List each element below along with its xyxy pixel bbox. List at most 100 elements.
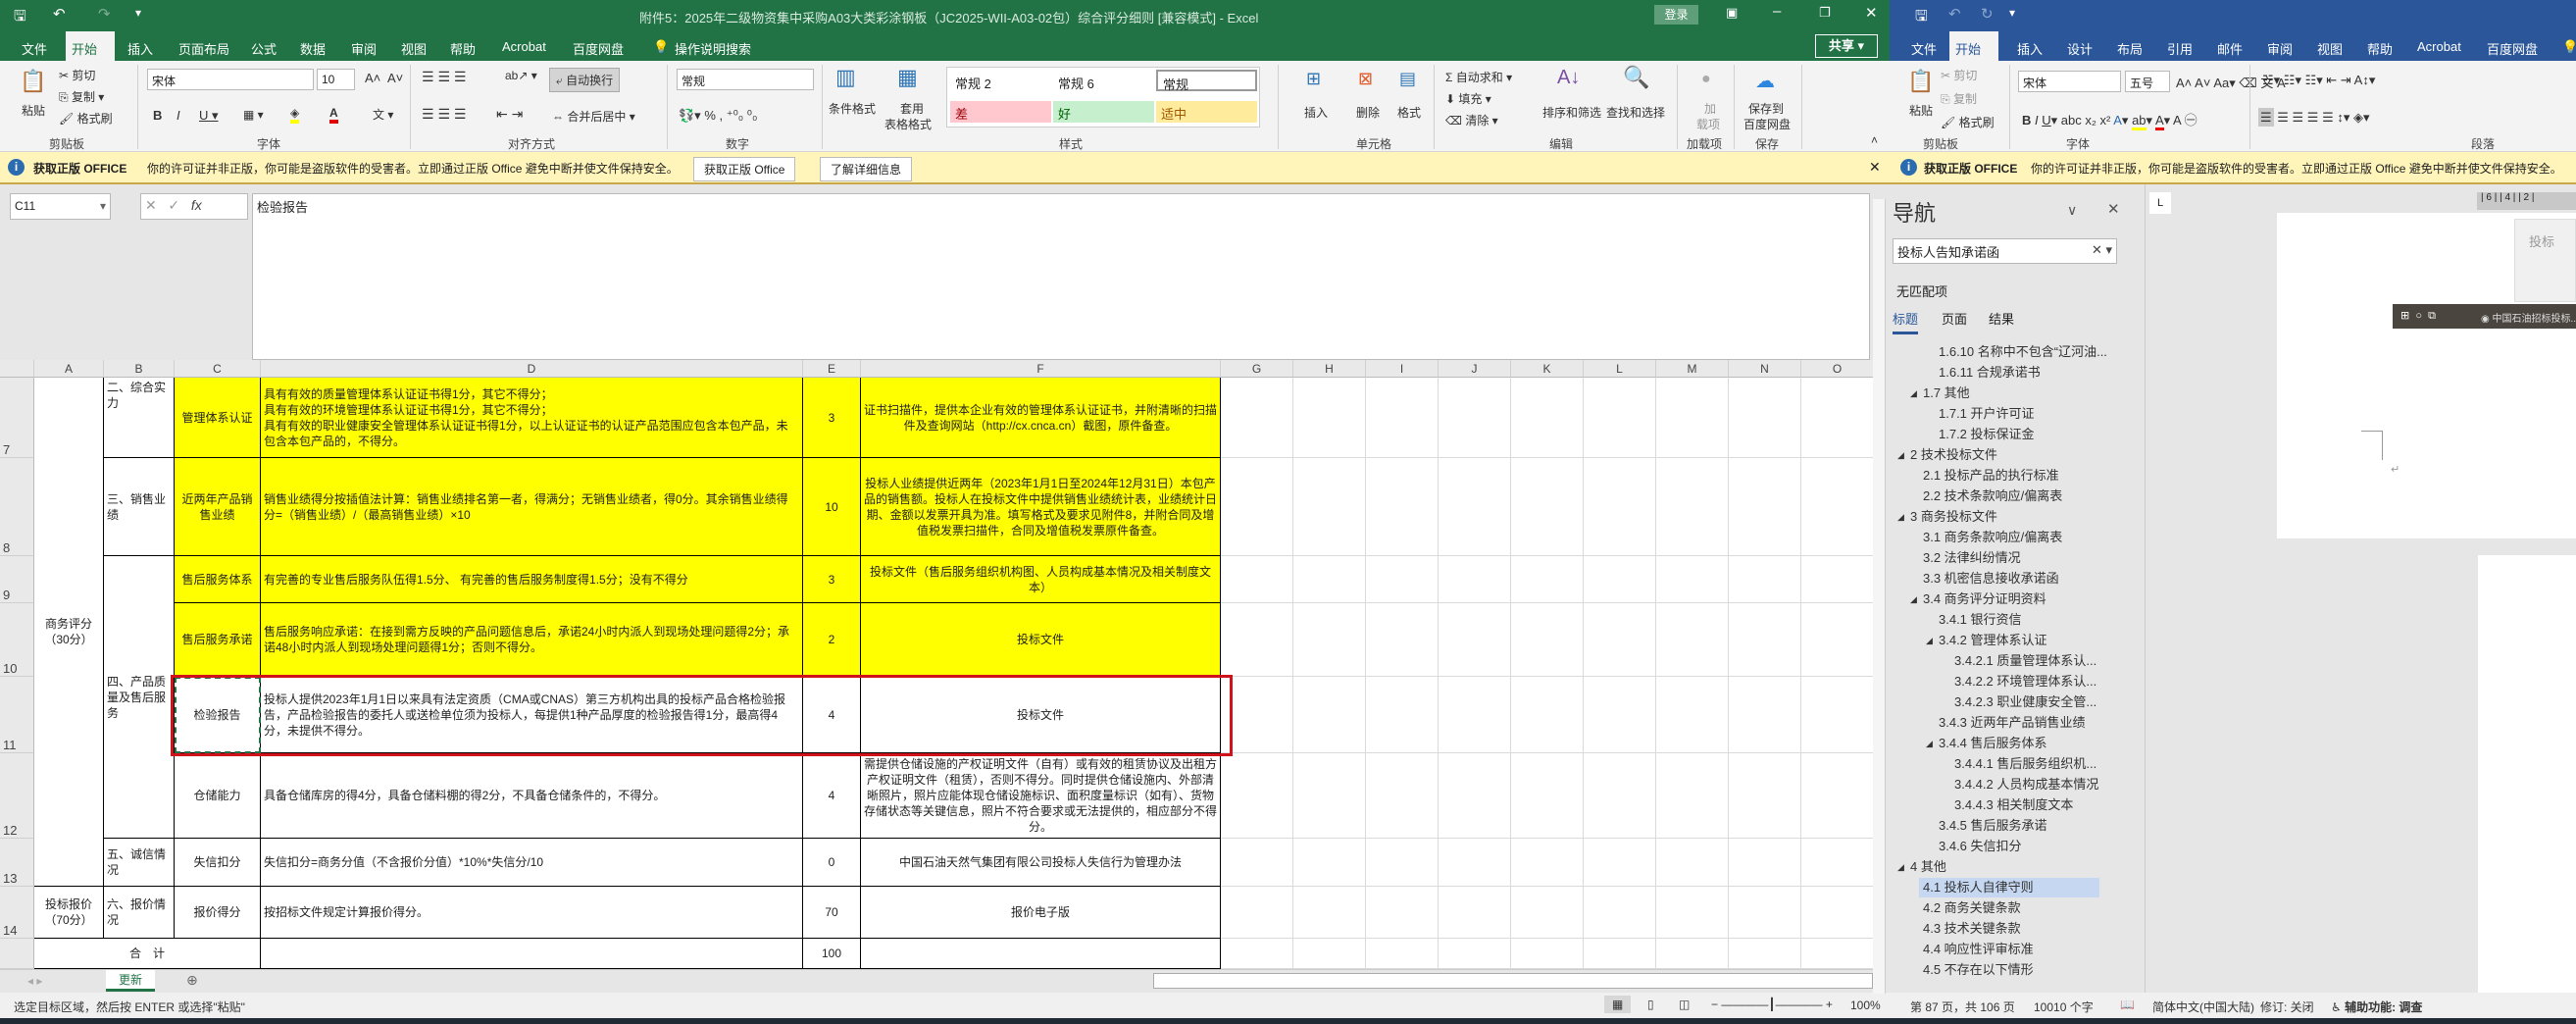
nav-heading-item[interactable]: 3.4.6 失信扣分: [1939, 837, 2022, 856]
language[interactable]: 简体中文(中国大陆): [2152, 998, 2254, 1015]
empty-cell[interactable]: [1729, 556, 1801, 603]
nav-heading-item[interactable]: 2 技术投标文件: [1910, 445, 1997, 465]
cell-e14[interactable]: 70: [803, 887, 861, 939]
bold-button[interactable]: B: [153, 108, 162, 123]
empty-cell[interactable]: [1584, 887, 1656, 939]
empty-cell[interactable]: [1366, 887, 1439, 939]
empty-cell[interactable]: [1511, 603, 1584, 677]
empty-cell[interactable]: [1801, 458, 1873, 556]
empty-cell[interactable]: [1221, 753, 1293, 839]
empty-cell[interactable]: [1656, 556, 1729, 603]
tab-formulas[interactable]: 公式: [245, 36, 282, 61]
copy-button[interactable]: ⎘ 复制 ▾: [59, 88, 104, 105]
login-button[interactable]: 登录: [1654, 5, 1698, 25]
number-format-select[interactable]: 常规: [677, 69, 814, 90]
insert-cells-icon[interactable]: ⊞: [1306, 69, 1321, 89]
tab-file[interactable]: 文件: [1905, 36, 1943, 61]
expand-triangle-icon[interactable]: ◢: [1926, 631, 1933, 650]
share-button[interactable]: 共享 ▾: [1815, 34, 1878, 58]
tab-help[interactable]: 帮助: [444, 36, 481, 61]
empty-cell[interactable]: [1511, 753, 1584, 839]
nav-search-input[interactable]: 投标人告知承诺函 ✕ ▾: [1893, 238, 2117, 264]
paste-icon[interactable]: 📋: [20, 69, 46, 94]
format-painter-button[interactable]: 🖌 格式刷: [59, 110, 113, 127]
row-header[interactable]: 10: [0, 603, 34, 677]
clear-button[interactable]: ⌫ 清除 ▾: [1445, 112, 1498, 128]
nav-heading-item[interactable]: 3 商务投标文件: [1910, 507, 1997, 527]
cut-button[interactable]: ✂ 剪切: [59, 67, 95, 83]
accessibility-status[interactable]: ♿ 辅助功能: 调查: [2331, 998, 2422, 1015]
worksheet-grid[interactable]: A B C D E F G H I J K L M N O 7 8 9 10 11 12 13 14 商务评分 （30分） 二、…: [0, 360, 1873, 969]
empty-cell[interactable]: [1293, 378, 1366, 458]
column-header-j[interactable]: J: [1439, 360, 1511, 378]
sort-filter-button[interactable]: 排序和筛选: [1542, 104, 1601, 121]
empty-cell[interactable]: [1656, 677, 1729, 753]
style-neutral[interactable]: 适中: [1156, 101, 1257, 123]
cell-e15[interactable]: 100: [803, 939, 861, 969]
empty-cell[interactable]: [1801, 939, 1873, 969]
expand-triangle-icon[interactable]: ◢: [1897, 857, 1904, 877]
empty-cell[interactable]: [1366, 378, 1439, 458]
empty-cell[interactable]: [1221, 839, 1293, 887]
style-normal-2[interactable]: 常规 2: [950, 71, 1051, 92]
add-sheet-icon[interactable]: ⊕: [186, 972, 198, 989]
empty-cell[interactable]: [1366, 556, 1439, 603]
empty-cell[interactable]: [1584, 939, 1656, 969]
empty-cell[interactable]: [1293, 939, 1366, 969]
cell-c9[interactable]: 售后服务体系: [175, 556, 261, 603]
nav-heading-item[interactable]: 3.4.2.2 环境管理体系认...: [1954, 672, 2096, 691]
customize-toolbar-icon[interactable]: ▾: [2009, 6, 2015, 20]
undo-icon[interactable]: ↶: [53, 5, 66, 23]
nav-heading-item[interactable]: 3.4.2 管理体系认证: [1939, 631, 2047, 650]
row-header[interactable]: 11: [0, 677, 34, 753]
empty-cell[interactable]: [1801, 753, 1873, 839]
table-format-button[interactable]: 套用: [900, 100, 924, 117]
font-name-select[interactable]: 宋体: [147, 69, 314, 90]
save-icon[interactable]: 🖫: [14, 6, 26, 30]
column-header-i[interactable]: I: [1366, 360, 1439, 378]
tab-data[interactable]: 数据: [294, 36, 331, 61]
style-bad[interactable]: 差: [950, 101, 1051, 123]
cell-d10[interactable]: 售后服务响应承诺：在接到需方反映的产品问题信息后，承诺24小时内派人到现场处理问…: [261, 603, 803, 677]
expand-triangle-icon[interactable]: ◢: [1897, 445, 1904, 465]
empty-cell[interactable]: [1293, 753, 1366, 839]
font-size-select[interactable]: 五号: [2125, 71, 2170, 92]
nav-heading-item[interactable]: 4 其他: [1910, 857, 1946, 877]
empty-cell[interactable]: [1801, 378, 1873, 458]
font-name-select[interactable]: 宋体: [2018, 71, 2121, 92]
expand-triangle-icon[interactable]: ◢: [1897, 507, 1904, 527]
nav-close-icon[interactable]: ✕: [2107, 200, 2120, 218]
nav-heading-item[interactable]: 3.4 商务评分证明资料: [1923, 589, 2046, 609]
column-header-f[interactable]: F: [861, 360, 1221, 378]
zoom-slider[interactable]: − ————┃———— +: [1711, 998, 1833, 1011]
proofing-icon[interactable]: 📖: [2120, 998, 2135, 1011]
empty-cell[interactable]: [1584, 556, 1656, 603]
sheet-nav-arrows[interactable]: ◂ ▸: [27, 974, 42, 988]
delete-cells-button[interactable]: 删除: [1356, 104, 1380, 121]
empty-cell[interactable]: [1584, 839, 1656, 887]
font-format-buttons[interactable]: B I U▾ abc x₂ x² A▾ ab▾ A▾ A ㊀: [2022, 110, 2197, 130]
empty-cell[interactable]: [1584, 458, 1656, 556]
merge-center-button[interactable]: ⇔ 合并后居中 ▾: [552, 108, 635, 125]
column-header-a[interactable]: A: [34, 360, 104, 378]
nav-tab-headings[interactable]: 标题: [1893, 309, 1919, 334]
close-bar-icon[interactable]: ✕: [1869, 159, 1881, 176]
nav-heading-item[interactable]: 2.1 投标产品的执行标准: [1923, 466, 2059, 486]
font-color-icon[interactable]: A: [329, 106, 338, 124]
empty-cell[interactable]: [1439, 378, 1511, 458]
tab-help[interactable]: 帮助: [2361, 36, 2399, 61]
nav-heading-item[interactable]: 3.4.4.1 售后服务组织机...: [1954, 754, 2096, 774]
track-changes[interactable]: 修订: 关闭: [2260, 998, 2314, 1015]
cell-f14[interactable]: 报价电子版: [861, 887, 1221, 939]
nav-heading-item[interactable]: 3.1 商务条款响应/偏离表: [1923, 528, 2062, 547]
get-genuine-button[interactable]: 获取正版 Office: [693, 157, 796, 181]
empty-cell[interactable]: [1729, 458, 1801, 556]
column-header-b[interactable]: B: [104, 360, 175, 378]
zoom-level[interactable]: 100%: [1850, 998, 1881, 1012]
sheet-tab-active[interactable]: 更新: [106, 970, 155, 992]
empty-cell[interactable]: [1729, 887, 1801, 939]
tab-baidu-netdisk[interactable]: 百度网盘: [2481, 36, 2544, 61]
empty-cell[interactable]: [1293, 458, 1366, 556]
normal-view-icon[interactable]: ▦: [1604, 996, 1632, 1013]
empty-cell[interactable]: [1656, 458, 1729, 556]
